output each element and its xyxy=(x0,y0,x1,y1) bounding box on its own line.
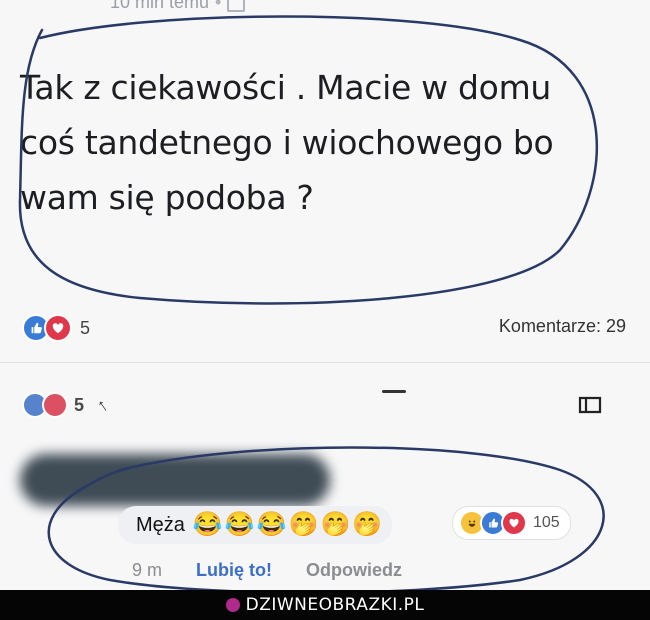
divider xyxy=(0,362,650,363)
comment-text: Męża xyxy=(136,513,185,536)
comment-actions: 9 m Lubię to! Odpowiedz xyxy=(132,560,402,581)
love-reaction-icon xyxy=(42,392,68,418)
comment-time[interactable]: 9 m xyxy=(132,560,162,581)
share-arrow-icon[interactable]: ↑ xyxy=(93,394,112,416)
comments-count[interactable]: Komentarze: 29 xyxy=(499,316,626,337)
comment-icon[interactable] xyxy=(578,396,604,414)
watermark-text: DZIWNEOBRAZKI.PL xyxy=(245,595,425,615)
reaction-count: 5 xyxy=(74,394,85,415)
post-text: Tak z ciekawości . Macie w domu coś tand… xyxy=(20,68,554,217)
comment-reactions[interactable]: 105 xyxy=(452,506,571,540)
love-reaction-icon xyxy=(501,510,527,536)
laughing-emoji: 😂 xyxy=(224,511,255,538)
screenshot-frame: 10 min temu • Tak z ciekawości . Macie w… xyxy=(0,0,650,590)
post-time[interactable]: 10 min temu xyxy=(110,0,209,13)
hand-over-mouth-emoji: 🤭 xyxy=(352,511,383,538)
post-meta: 10 min temu • xyxy=(110,0,246,13)
privacy-icon xyxy=(227,0,246,12)
like-action-icon[interactable] xyxy=(382,390,406,393)
hand-over-mouth-emoji: 🤭 xyxy=(288,511,319,538)
watermark-logo-icon xyxy=(225,598,240,612)
meta-separator: • xyxy=(215,0,222,12)
post-reactions[interactable]: 5 xyxy=(22,314,90,342)
laughing-emoji: 😂 xyxy=(192,511,223,538)
feed-reactions-row[interactable]: 5 ↑ xyxy=(22,392,112,418)
comment-bubble[interactable]: Męża 😂 😂 😂 🤭 🤭 🤭 xyxy=(118,506,393,544)
watermark: DZIWNEOBRAZKI.PL xyxy=(225,595,425,615)
hand-over-mouth-emoji: 🤭 xyxy=(320,511,351,538)
laughing-emoji: 😂 xyxy=(256,511,287,538)
watermark-bar: DZIWNEOBRAZKI.PL xyxy=(0,590,650,620)
reply-link[interactable]: Odpowiedz xyxy=(306,560,402,581)
comment-reaction-count: 105 xyxy=(533,514,560,531)
blurred-commenter-name xyxy=(20,454,330,506)
like-link[interactable]: Lubię to! xyxy=(196,560,272,581)
love-reaction-icon xyxy=(44,314,72,342)
reaction-count: 5 xyxy=(80,317,91,338)
